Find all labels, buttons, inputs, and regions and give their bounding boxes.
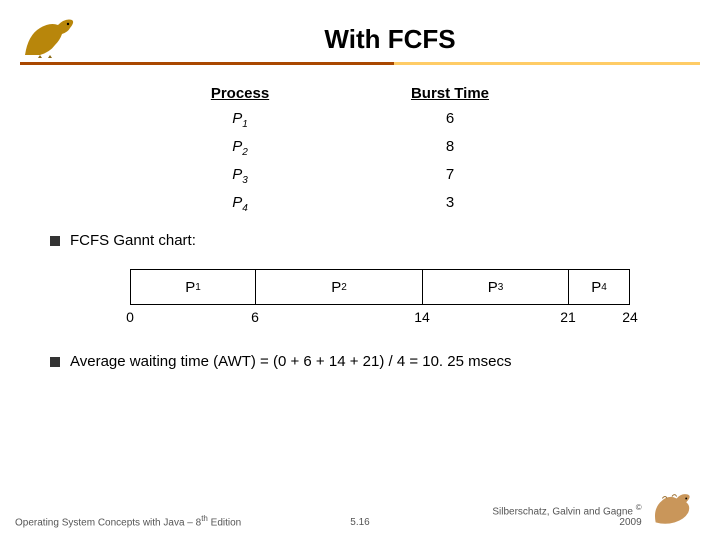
copyright-text: Silberschatz, Galvin and Gagne © 2009: [475, 503, 642, 528]
slide-header: With FCFS: [0, 0, 720, 60]
footer-page-number: 5.16: [245, 517, 475, 528]
process-cell: P2: [150, 138, 330, 158]
burst-cell: 7: [330, 166, 570, 186]
gantt-segment: P1: [130, 269, 255, 305]
tick-label: 6: [251, 309, 259, 325]
tick-label: 24: [622, 309, 638, 325]
table-row: P1 6: [150, 110, 570, 130]
tick-label: 21: [560, 309, 576, 325]
process-table: Process Burst Time P1 6 P2 8 P3 7 P4 3: [150, 85, 570, 214]
gantt-segment: P3: [422, 269, 568, 305]
slide-title: With FCFS: [80, 24, 700, 60]
square-bullet-icon: [50, 357, 60, 367]
awt-bullet: Average waiting time (AWT) = (0 + 6 + 14…: [50, 353, 670, 370]
gantt-label: FCFS Gannt chart:: [70, 232, 196, 249]
dinosaur-right-icon: [648, 488, 705, 528]
gantt-segment: P4: [568, 269, 630, 305]
burst-cell: 3: [330, 194, 570, 214]
dinosaur-left-icon: [20, 10, 80, 60]
gantt-chart: P1 P2 P3 P4 0 6 14 21 24: [130, 269, 630, 325]
gantt-ticks: 0 6 14 21 24: [130, 305, 630, 325]
header-process: Process: [150, 85, 330, 102]
footer-left: Operating System Concepts with Java – 8t…: [15, 514, 245, 528]
process-cell: P3: [150, 166, 330, 186]
gantt-bar: P1 P2 P3 P4: [130, 269, 630, 305]
table-row: P4 3: [150, 194, 570, 214]
square-bullet-icon: [50, 236, 60, 246]
gantt-bullet: FCFS Gannt chart:: [50, 232, 670, 249]
awt-text: Average waiting time (AWT) = (0 + 6 + 14…: [70, 353, 511, 370]
tick-label: 14: [414, 309, 430, 325]
process-cell: P1: [150, 110, 330, 130]
table-row: P2 8: [150, 138, 570, 158]
slide-content: Process Burst Time P1 6 P2 8 P3 7 P4 3 F…: [0, 65, 720, 370]
process-cell: P4: [150, 194, 330, 214]
burst-cell: 8: [330, 138, 570, 158]
tick-label: 0: [126, 309, 134, 325]
table-row: P3 7: [150, 166, 570, 186]
slide-footer: Operating System Concepts with Java – 8t…: [0, 488, 720, 528]
footer-right: Silberschatz, Galvin and Gagne © 2009: [475, 488, 705, 528]
gantt-segment: P2: [255, 269, 422, 305]
table-header-row: Process Burst Time: [150, 85, 570, 102]
header-burst: Burst Time: [330, 85, 570, 102]
burst-cell: 6: [330, 110, 570, 130]
